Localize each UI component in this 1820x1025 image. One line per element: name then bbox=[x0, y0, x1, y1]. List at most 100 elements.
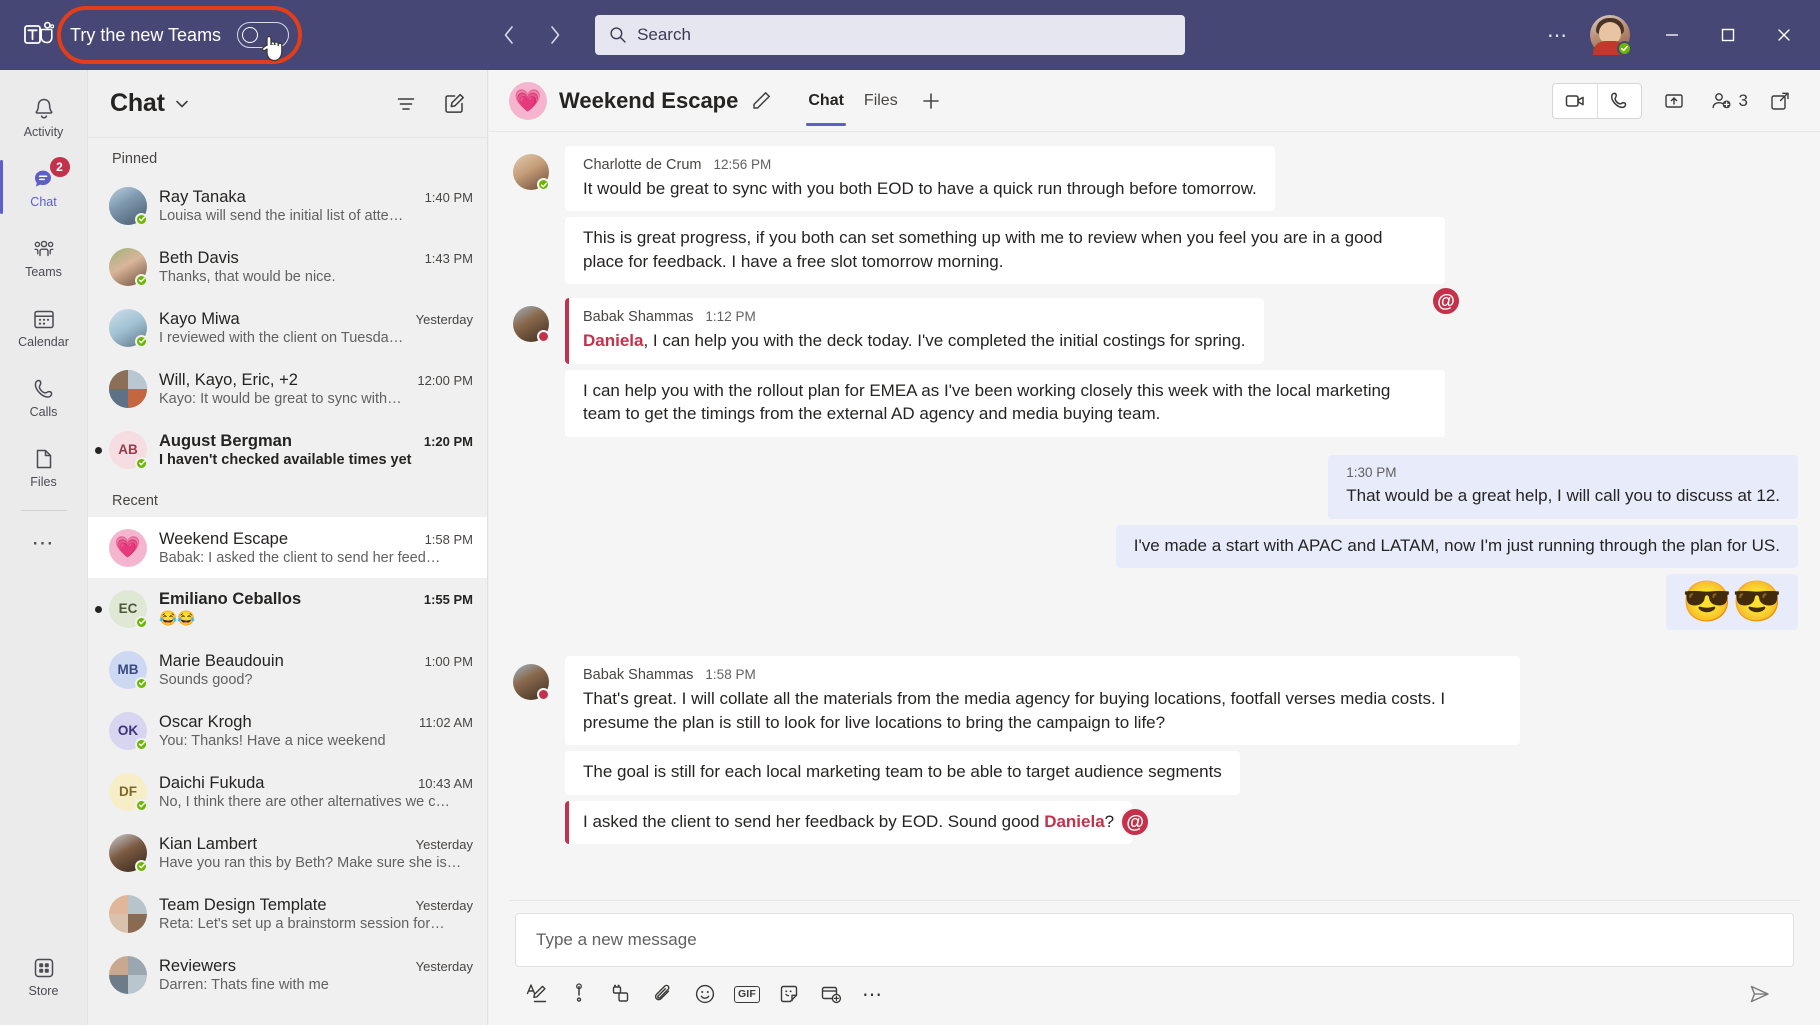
sticker-icon[interactable] bbox=[771, 977, 807, 1011]
rail-item-calendar[interactable]: Calendar bbox=[0, 292, 88, 362]
composer-more-options-icon[interactable]: ⋯ bbox=[855, 977, 891, 1011]
format-text-icon[interactable] bbox=[519, 977, 555, 1011]
rail-item-calls[interactable]: Calls bbox=[0, 362, 88, 432]
calendar-icon bbox=[31, 306, 57, 332]
chat-row-time: Yesterday bbox=[415, 958, 473, 974]
chat-row-time: Yesterday bbox=[415, 311, 473, 327]
chat-row-preview: Have you ran this by Beth? Make sure she… bbox=[159, 854, 462, 871]
gif-icon[interactable]: GIF bbox=[729, 977, 765, 1011]
avatar-group bbox=[109, 955, 147, 994]
send-icon[interactable] bbox=[1738, 977, 1782, 1011]
teams-window: Try the new Teams Search ⋯ Activity 2 Ch… bbox=[0, 0, 1820, 1025]
chat-row-august-bergman[interactable]: AB August Bergman 1:20 PM I haven't chec… bbox=[88, 419, 487, 480]
maximize-button[interactable] bbox=[1702, 0, 1754, 70]
chat-row-meta: Will, Kayo, Eric, +2 12:00 PM Kayo: It w… bbox=[159, 371, 473, 407]
message-bubble[interactable]: I can help you with the rollout plan for… bbox=[565, 369, 1445, 437]
message-group-babak-shammas-1: @ Babak Shammas 1:12 PM Daniela, I can h… bbox=[509, 286, 1800, 437]
chat-row-team-design-template[interactable]: Team Design Template Yesterday Reta: Let… bbox=[88, 883, 487, 944]
message-thread[interactable]: Charlotte de Crum 12:56 PM It would be g… bbox=[489, 132, 1820, 892]
chat-row-preview: Thanks, that would be nice. bbox=[159, 268, 336, 285]
video-camera-icon[interactable] bbox=[1553, 84, 1597, 118]
message-bubble-mention[interactable]: Babak Shammas 1:12 PM Daniela, I can hel… bbox=[565, 298, 1264, 364]
conversation-avatar: 💗 bbox=[509, 81, 547, 120]
rail-item-store[interactable]: Store bbox=[0, 941, 88, 1011]
chat-row-kian-lambert[interactable]: Kian Lambert Yesterday Have you ran this… bbox=[88, 822, 487, 883]
chat-row-time: 11:02 AM bbox=[419, 714, 473, 730]
chat-row-kayo-miwa[interactable]: Kayo Miwa Yesterday I reviewed with the … bbox=[88, 297, 487, 358]
message-input[interactable]: Type a new message bbox=[515, 913, 1794, 967]
bell-icon bbox=[31, 96, 57, 122]
chat-row-group-will-kayo-eric[interactable]: Will, Kayo, Eric, +2 12:00 PM Kayo: It w… bbox=[88, 358, 487, 419]
try-new-teams-toggle[interactable] bbox=[237, 22, 290, 48]
pop-out-icon[interactable] bbox=[1760, 84, 1800, 118]
chat-list-section-pinned: Pinned bbox=[112, 151, 158, 167]
chat-row-beth-davis[interactable]: Beth Davis 1:43 PM Thanks, that would be… bbox=[88, 236, 487, 297]
message-bubble[interactable]: The goal is still for each local marketi… bbox=[565, 751, 1240, 795]
message-author: Babak Shammas bbox=[583, 667, 694, 684]
presence-available-icon bbox=[135, 798, 148, 812]
tab-files[interactable]: Files bbox=[854, 70, 908, 132]
message-gutter bbox=[509, 146, 565, 284]
emoji-smiley-icon[interactable] bbox=[687, 977, 723, 1011]
chat-row-time: 12:00 PM bbox=[417, 372, 473, 388]
minimize-button[interactable] bbox=[1646, 0, 1698, 70]
avatar-initials: AB bbox=[109, 430, 148, 470]
forward-button[interactable] bbox=[537, 17, 573, 53]
search-input[interactable]: Search bbox=[595, 15, 1186, 55]
title-bar: Try the new Teams Search ⋯ bbox=[0, 0, 1820, 70]
try-new-teams-control[interactable]: Try the new Teams bbox=[70, 18, 291, 52]
message-bubble[interactable]: Charlotte de Crum 12:56 PM It would be g… bbox=[565, 146, 1275, 212]
pencil-icon[interactable] bbox=[750, 90, 772, 112]
chat-row-marie-beaudouin[interactable]: MB Marie Beaudouin 1:00 PM Sounds good? bbox=[88, 639, 487, 700]
back-button[interactable] bbox=[491, 17, 527, 53]
chat-row-time: 1:43 PM bbox=[424, 250, 473, 266]
chat-row-meta: Oscar Krogh 11:02 AM You: Thanks! Have a… bbox=[159, 713, 473, 749]
chat-row-preview: Kayo: It would be great to sync with… bbox=[159, 390, 402, 407]
plus-icon[interactable] bbox=[908, 70, 954, 132]
titlebar-more-button[interactable]: ⋯ bbox=[1536, 15, 1580, 55]
compose-new-chat-icon[interactable] bbox=[439, 89, 469, 119]
presence-available-icon bbox=[135, 615, 148, 629]
message-bubble-outgoing[interactable]: I've made a start with APAC and LATAM, n… bbox=[1115, 524, 1798, 569]
avatar-emoji-glyph: 💗 bbox=[114, 535, 142, 559]
chat-row-daichi-fukuda[interactable]: DF Daichi Fukuda 10:43 AM No, I think th… bbox=[88, 761, 487, 822]
message-bubble[interactable]: Babak Shammas 1:58 PM That's great. I wi… bbox=[565, 656, 1520, 746]
chat-row-reviewers[interactable]: Reviewers Yesterday Darren: Thats fine w… bbox=[88, 944, 487, 1005]
message-bubble[interactable]: This is great progress, if you both can … bbox=[565, 217, 1445, 285]
message-header: Babak Shammas 1:12 PM bbox=[583, 307, 1246, 327]
chat-row-meta: August Bergman 1:20 PM I haven't checked… bbox=[159, 432, 473, 468]
teams-logo-icon bbox=[8, 21, 70, 49]
message-bubble-outgoing[interactable]: 1:30 PM That would be a great help, I wi… bbox=[1328, 454, 1798, 519]
rail-item-teams[interactable]: Teams bbox=[0, 222, 88, 292]
close-button[interactable] bbox=[1758, 0, 1810, 70]
chat-row-emiliano-ceballos[interactable]: EC Emiliano Ceballos 1:55 PM 😂😂 bbox=[88, 578, 487, 639]
phone-icon[interactable] bbox=[1596, 83, 1641, 118]
rail-item-activity[interactable]: Activity bbox=[0, 82, 88, 152]
share-screen-icon[interactable] bbox=[1654, 84, 1694, 118]
presence-available-icon bbox=[135, 737, 148, 751]
add-people-control[interactable]: 3 bbox=[1710, 90, 1748, 112]
chevron-down-icon[interactable] bbox=[173, 95, 191, 113]
loop-components-icon[interactable] bbox=[603, 977, 639, 1011]
message-header: Charlotte de Crum 12:56 PM bbox=[583, 155, 1257, 175]
attach-paperclip-icon[interactable] bbox=[645, 977, 681, 1011]
message-bubble-outgoing-emoji[interactable]: 😎😎 bbox=[1666, 574, 1798, 631]
presence-available-icon bbox=[135, 676, 148, 690]
rail-item-chat[interactable]: 2 Chat bbox=[0, 152, 88, 222]
rail-item-files[interactable]: Files bbox=[0, 432, 88, 502]
chat-row-oscar-krogh[interactable]: OK Oscar Krogh 11:02 AM You: Thanks! Hav… bbox=[88, 700, 487, 761]
priority-icon[interactable] bbox=[561, 977, 597, 1011]
message-bubble-mention[interactable]: I asked the client to send her feedback … bbox=[565, 800, 1151, 845]
presence-available-icon bbox=[135, 273, 148, 287]
tab-chat[interactable]: Chat bbox=[798, 70, 854, 132]
chat-list-scroll[interactable]: Pinned Ray Tanaka 1:40 PM Louisa will se… bbox=[88, 138, 487, 1025]
rail-item-label: Activity bbox=[23, 124, 64, 139]
chat-row-ray-tanaka[interactable]: Ray Tanaka 1:40 PM Louisa will send the … bbox=[88, 175, 487, 236]
meet-now-icon[interactable] bbox=[813, 977, 849, 1011]
filter-icon[interactable] bbox=[391, 89, 421, 119]
chat-row-weekend-escape[interactable]: 💗 Weekend Escape 1:58 PM Babak: I asked … bbox=[88, 517, 487, 578]
rail-item-label: Calendar bbox=[18, 334, 69, 349]
rail-more-apps-button[interactable]: ⋯ bbox=[0, 519, 88, 567]
message-text-rest: , I can help you with the deck today. I'… bbox=[643, 331, 1246, 351]
user-avatar[interactable] bbox=[1590, 15, 1632, 56]
